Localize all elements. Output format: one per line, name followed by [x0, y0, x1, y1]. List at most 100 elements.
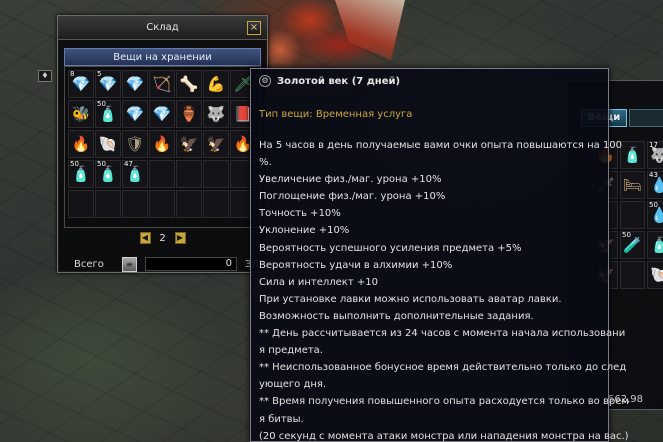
item-icon: 💎 [98, 74, 118, 93]
item-icon: 💎 [71, 74, 91, 93]
item-slot[interactable]: 🦴 [176, 70, 202, 98]
tooltip-header: ⚙ Золотой век (7 дней) [259, 75, 400, 87]
item-icon: 💧 [650, 205, 663, 224]
side-menu-icon[interactable]: ♦ [38, 70, 52, 82]
item-icon: 🐺 [650, 145, 663, 164]
money-field[interactable]: 0 [145, 257, 237, 271]
tooltip-line: На 5 часов в день получаемые вами очки о… [259, 140, 623, 151]
item-icon: 💪 [206, 74, 226, 93]
item-slot[interactable]: 🛡 [122, 130, 148, 158]
tooltip-line: Вероятность удачи в алхимии +10% [259, 259, 453, 271]
item-slot[interactable]: 50 🧪 [620, 231, 645, 259]
warehouse-window: Склад × Вещи на хранении 8 💎 5 💎 💎 🏹 🦴 💪 🗡 🐝 50 🧴 💎 💎… [57, 15, 268, 273]
page-number: 2 [159, 232, 166, 244]
item-icon: 🧴 [98, 104, 118, 123]
item-icon: 🧴 [623, 145, 642, 164]
tooltip-line: Вероятность успешного усиления предмета … [259, 242, 522, 254]
empty-slot[interactable] [95, 190, 121, 218]
tooltip-line: Поглощение физ./маг. урона +10% [259, 191, 446, 203]
item-slot[interactable]: 50 🧴 [95, 100, 121, 128]
tooltip-line: ** Время получения повышенного опыта рас… [259, 396, 629, 408]
tooltip-line: Возможность выполнить дополнительные зад… [259, 310, 534, 322]
warehouse-pager: ◀ 2 ▶ [58, 230, 267, 246]
warehouse-grid-frame: 8 💎 5 💎 💎 🏹 🦴 💪 🗡 🐝 50 🧴 💎 💎 🏺 🐺 📕 🔥 🐚 🛡 🔥 🦅 🦅 🔥 50 🧴 50 🧴 47 🧴 [64, 66, 261, 228]
warehouse-total-row: Всего ≡ 0 ЗЛТ [64, 256, 267, 272]
item-icon: 💎 [125, 74, 145, 93]
item-slot[interactable]: 💎 [122, 70, 148, 98]
empty-slot[interactable] [149, 190, 175, 218]
item-slot[interactable]: 💎 [122, 100, 148, 128]
item-slot[interactable]: 17 🐺 [647, 141, 663, 169]
empty-slot[interactable] [620, 201, 645, 229]
item-slot[interactable]: 🐺 [203, 100, 229, 128]
item-icon: 💎 [125, 104, 145, 123]
tooltip-line: (20 секунд с момента атаки монстра или н… [259, 430, 629, 442]
item-slot[interactable]: 🔥 [68, 130, 94, 158]
item-slot[interactable]: 🔥 [149, 130, 175, 158]
close-icon[interactable]: × [247, 21, 261, 35]
item-slot[interactable]: 43 💧 [647, 171, 663, 199]
item-icon: 💧 [650, 175, 663, 194]
item-icon: 🧴 [650, 235, 663, 254]
item-slot[interactable]: 🧴 [620, 141, 645, 169]
warehouse-title: Склад [58, 16, 267, 40]
item-icon: 🦴 [179, 74, 199, 93]
empty-slot[interactable] [149, 160, 175, 188]
tooltip-line: Уклонение +10% [259, 225, 350, 237]
item-slot[interactable]: 🐝 [68, 100, 94, 128]
tooltip-line: При установке лавки можно использовать а… [259, 293, 562, 305]
item-icon: 🐚 [650, 265, 663, 284]
item-type: Тип вещи: Временная услуга [259, 109, 413, 120]
tab-secondary[interactable] [629, 109, 663, 127]
item-slot[interactable]: 50 💧 [647, 201, 663, 229]
tab-stored-items[interactable]: Вещи на хранении [64, 48, 261, 66]
tooltip-line: ** Неиспользованное бонусное время дейст… [259, 362, 627, 374]
item-icon: 🧴 [98, 164, 118, 183]
tooltip-title: Золотой век (7 дней) [277, 75, 401, 87]
empty-slot[interactable] [203, 160, 229, 188]
item-icon: 🧪 [623, 235, 642, 254]
item-slot[interactable]: 🐚 [95, 130, 121, 158]
item-slot[interactable]: 💪 [203, 70, 229, 98]
item-slot[interactable]: 50 🧴 [95, 160, 121, 188]
tooltip-line: %. [259, 157, 272, 169]
prev-page-button[interactable]: ◀ [139, 232, 151, 244]
item-slot[interactable]: 47 🧴 [122, 160, 148, 188]
item-tooltip: ⚙ Золотой век (7 дней) Тип вещи: Временн… [250, 68, 629, 442]
item-icon: 🛏 [622, 175, 643, 194]
empty-slot[interactable] [176, 190, 202, 218]
item-slot[interactable]: 🧴 [647, 231, 663, 259]
item-slot[interactable]: 5 💎 [95, 70, 121, 98]
total-label: Всего [74, 258, 104, 270]
item-slot[interactable]: 50 🧴 [68, 160, 94, 188]
item-slot[interactable]: 🦅 [203, 130, 229, 158]
next-page-button[interactable]: ▶ [174, 232, 186, 244]
item-icon: 🧴 [71, 164, 91, 183]
empty-slot[interactable] [68, 190, 94, 218]
item-slot[interactable]: 🐚 [647, 261, 663, 289]
tooltip-line: Сила и интеллект +10 [259, 276, 378, 288]
item-icon: 🏺 [179, 104, 199, 123]
item-slot[interactable]: 💎 [149, 100, 175, 128]
item-slot[interactable]: 🏹 [149, 70, 175, 98]
item-icon: 🐚 [98, 134, 118, 153]
item-icon: 🐝 [71, 104, 91, 123]
item-slot[interactable]: 🛏 [620, 171, 645, 199]
tooltip-line: ующего дня. [259, 379, 327, 391]
item-slot[interactable]: 8 💎 [68, 70, 94, 98]
gold-transfer-button[interactable]: ≡ [122, 256, 137, 272]
item-icon: 🐺 [206, 104, 226, 123]
empty-slot[interactable] [203, 190, 229, 218]
item-icon: 💎 [152, 104, 172, 123]
item-slot[interactable]: 🏺 [176, 100, 202, 128]
item-icon: 🦅 [179, 134, 199, 153]
empty-slot[interactable] [620, 261, 645, 289]
item-icon: 🛡 [125, 134, 145, 153]
item-slot[interactable]: 🦅 [176, 130, 202, 158]
tooltip-line: Увеличение физ./маг. урона +10% [259, 174, 442, 186]
item-icon: 🧴 [125, 164, 145, 183]
empty-slot[interactable] [176, 160, 202, 188]
empty-slot[interactable] [122, 190, 148, 218]
warehouse-grid: 8 💎 5 💎 💎 🏹 🦴 💪 🗡 🐝 50 🧴 💎 💎 🏺 🐺 📕 🔥 🐚 🛡 🔥 🦅 🦅 🔥 50 🧴 50 🧴 47 🧴 [68, 70, 257, 218]
item-icon: 🔥 [71, 134, 91, 153]
